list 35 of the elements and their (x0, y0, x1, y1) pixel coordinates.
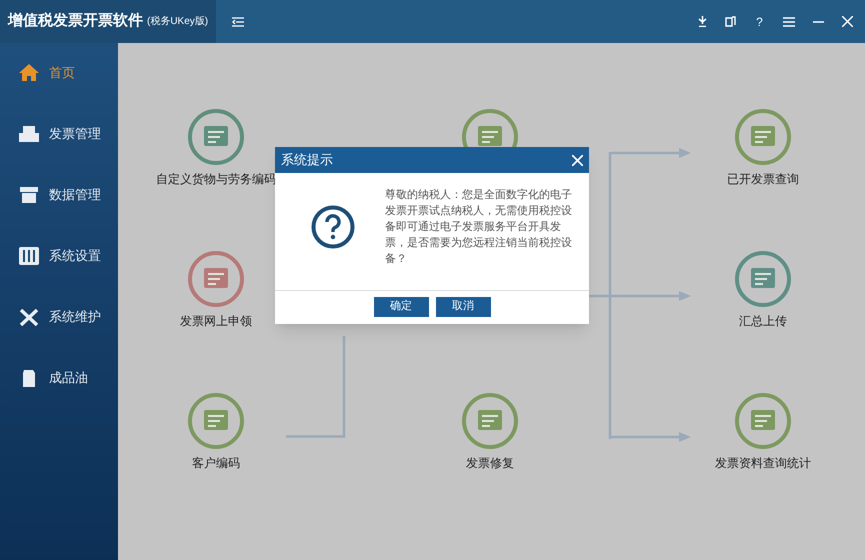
sidebar-item[interactable]: 成品油 (0, 362, 118, 394)
module-icon[interactable] (734, 250, 792, 308)
menu-item-icon (18, 307, 40, 327)
menu-item-icon (18, 124, 40, 144)
menu-item-icon (18, 185, 40, 205)
module-icon[interactable] (187, 108, 245, 166)
download-icon[interactable] (698, 16, 707, 27)
module-label: 客户编码 (191, 455, 241, 472)
module-label: 已开发票查询 (726, 171, 800, 188)
module-label: 汇总上传 (738, 313, 788, 330)
menu-icon[interactable] (783, 16, 795, 26)
cancel-button[interactable]: 取消 (436, 296, 490, 316)
minimize-icon[interactable] (813, 20, 824, 22)
collapse-menu-icon[interactable] (232, 16, 244, 26)
close-icon[interactable] (572, 154, 583, 166)
sidebar-item[interactable]: 系统设置 (0, 240, 118, 272)
dialog-title: 系统提示 (281, 151, 333, 170)
sidebar-item[interactable]: 发票管理 (0, 118, 118, 150)
sidebar-item[interactable]: 数据管理 (0, 179, 118, 211)
app-edition: (税务UKey版) (147, 14, 208, 29)
question-icon (311, 205, 355, 249)
menu-item-icon (18, 63, 40, 83)
menu-item-icon (18, 246, 40, 266)
dialog-message: 尊敬的纳税人：您是全面数字化的电子发票开票试点纳税人，无需使用税控设备即可通过电子发票服务平台开具发票，是否需要为您远程注销当前税控设备？ (385, 188, 573, 267)
sidebar-item[interactable]: 首页 (0, 57, 118, 89)
app-title: 增值税发票开票软件 (8, 11, 143, 32)
close-icon[interactable] (842, 16, 853, 27)
sidebar-item[interactable]: 系统维护 (0, 301, 118, 333)
confirm-button[interactable]: 确定 (374, 296, 428, 316)
help-button[interactable]: ? (754, 12, 765, 30)
module-label: 发票修复 (465, 455, 515, 472)
module-label: 发票网上申领 (179, 313, 253, 330)
module-icon[interactable] (187, 250, 245, 308)
module-label: 发票资料查询统计 (714, 455, 812, 472)
window-restore-icon[interactable] (725, 16, 736, 27)
